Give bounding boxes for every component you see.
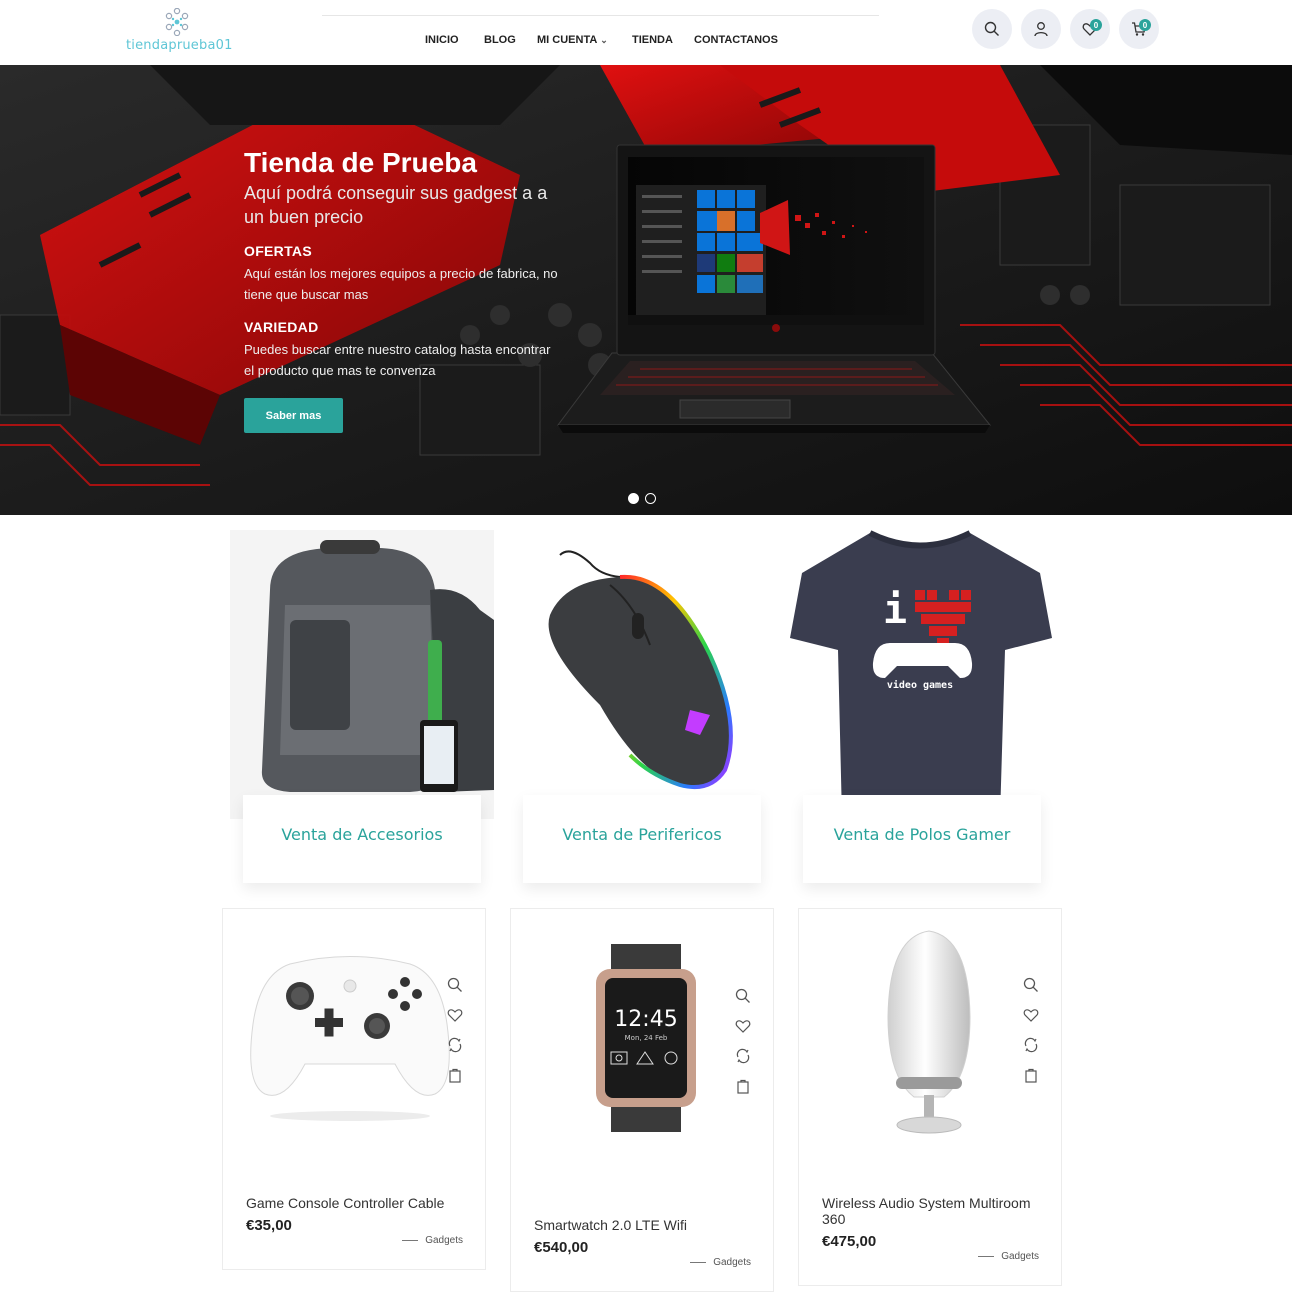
user-icon xyxy=(1034,22,1048,37)
search-button[interactable] xyxy=(972,9,1012,49)
wishlist-heart-icon[interactable] xyxy=(445,1005,465,1025)
compare-icon[interactable] xyxy=(445,1035,465,1055)
add-to-cart-bag-icon[interactable] xyxy=(445,1065,465,1085)
chevron-down-icon: ⌄ xyxy=(600,34,608,45)
wishlist-heart-icon[interactable] xyxy=(733,1016,753,1036)
cart-button[interactable]: 0 xyxy=(1119,9,1159,49)
category-title: Venta de Perifericos xyxy=(562,825,722,844)
nav-item-inicio[interactable]: INICIO xyxy=(425,34,459,46)
hero-text-variedad: Puedes buscar entre nuestro catalog hast… xyxy=(244,342,551,378)
product-card[interactable]: Wireless Audio System Multiroom 360 €475… xyxy=(798,908,1062,1286)
nav-item-contactanos[interactable]: CONTACTANOS xyxy=(694,34,778,46)
quick-view-icon[interactable] xyxy=(1021,975,1041,995)
wishlist-button[interactable]: 0 xyxy=(1070,9,1110,49)
site-header: tiendaprueba01 INICIO BLOG MI CUENTA ⌄ T… xyxy=(0,0,1292,65)
wishlist-count-badge: 0 xyxy=(1090,19,1102,31)
product-name[interactable]: Wireless Audio System Multiroom 360 xyxy=(822,1195,1037,1227)
category-card-polos-gamer[interactable]: Venta de Polos Gamer xyxy=(803,795,1041,883)
product-image-speaker[interactable] xyxy=(884,927,974,1139)
product-image-smartwatch[interactable]: 12:45 Mon, 24 Feb xyxy=(591,944,701,1132)
tshirt-print-letter: i xyxy=(883,587,907,633)
hero-background-image xyxy=(0,65,1292,515)
quick-view-icon[interactable] xyxy=(445,975,465,995)
gamer-tshirt-image[interactable]: i video games xyxy=(790,528,1052,820)
category-card-perifericos[interactable]: Venta de Perifericos xyxy=(523,795,761,883)
logo-text: tiendaprueba01 xyxy=(126,38,233,53)
site-logo[interactable]: tiendaprueba01 xyxy=(126,8,236,56)
product-name[interactable]: Smartwatch 2.0 LTE Wifi xyxy=(534,1217,687,1233)
quick-view-icon[interactable] xyxy=(733,986,753,1006)
product-category-label: Gadgets xyxy=(713,1257,751,1268)
watch-date: Mon, 24 Feb xyxy=(625,1034,668,1042)
category-title: Venta de Accesorios xyxy=(281,825,443,844)
nav-divider xyxy=(322,15,879,16)
category-title: Venta de Polos Gamer xyxy=(833,825,1011,844)
hero-slider: Tienda de Prueba Aquí podrá conseguir su… xyxy=(0,65,1292,515)
product-action-icons xyxy=(733,986,753,1106)
slider-dot-1[interactable] xyxy=(628,493,639,504)
product-category-label: Gadgets xyxy=(425,1235,463,1246)
product-category-label: Gadgets xyxy=(1001,1251,1039,1262)
add-to-cart-bag-icon[interactable] xyxy=(1021,1065,1041,1085)
add-to-cart-bag-icon[interactable] xyxy=(733,1076,753,1096)
product-card[interactable]: 12:45 Mon, 24 Feb Smartwatch 2.0 LTE Wif… xyxy=(510,908,774,1292)
product-card[interactable]: Game Console Controller Cable €35,00 Gad… xyxy=(222,908,486,1270)
main-nav: INICIO BLOG MI CUENTA ⌄ TIENDA CONTACTAN… xyxy=(322,34,879,48)
product-action-icons xyxy=(1021,975,1041,1095)
product-price: €35,00 xyxy=(246,1217,292,1234)
saber-mas-button[interactable]: Saber mas xyxy=(244,398,343,433)
wishlist-heart-icon[interactable] xyxy=(1021,1005,1041,1025)
logo-mark-icon xyxy=(165,8,189,36)
product-price: €475,00 xyxy=(822,1233,877,1250)
compare-icon[interactable] xyxy=(733,1046,753,1066)
product-action-icons xyxy=(445,975,465,1095)
hero-heading-variedad: VARIEDAD xyxy=(244,319,319,335)
product-category[interactable]: Gadgets xyxy=(978,1251,1039,1262)
product-name[interactable]: Game Console Controller Cable xyxy=(246,1195,444,1211)
tshirt-print-caption: video games xyxy=(887,679,953,691)
search-icon xyxy=(984,21,999,36)
account-button[interactable] xyxy=(1021,9,1061,49)
hero-text-ofertas: Aquí están los mejores equipos a precio … xyxy=(244,266,558,302)
backpack-image[interactable] xyxy=(230,530,494,819)
product-price: €540,00 xyxy=(534,1239,589,1256)
product-category[interactable]: Gadgets xyxy=(690,1257,751,1268)
nav-item-blog[interactable]: BLOG xyxy=(484,34,516,46)
nav-item-mi-cuenta-label: MI CUENTA xyxy=(537,34,598,46)
watch-time: 12:45 xyxy=(614,1007,677,1032)
product-category[interactable]: Gadgets xyxy=(402,1235,463,1246)
product-image-controller[interactable] xyxy=(245,944,455,1129)
hero-heading-ofertas: OFERTAS xyxy=(244,243,312,259)
cart-count-badge: 0 xyxy=(1139,19,1151,31)
compare-icon[interactable] xyxy=(1021,1035,1041,1055)
category-card-accesorios[interactable]: Venta de Accesorios xyxy=(243,795,481,883)
hero-subtitle: Aquí podrá conseguir sus gadgest a a un … xyxy=(244,183,548,227)
hero-text-block: Tienda de Prueba Aquí podrá conseguir su… xyxy=(244,147,564,381)
nav-item-tienda[interactable]: TIENDA xyxy=(632,34,673,46)
slider-dot-2[interactable] xyxy=(645,493,656,504)
gaming-mouse-image[interactable] xyxy=(520,545,760,795)
nav-item-mi-cuenta[interactable]: MI CUENTA ⌄ xyxy=(537,34,608,46)
hero-title: Tienda de Prueba xyxy=(244,147,477,178)
